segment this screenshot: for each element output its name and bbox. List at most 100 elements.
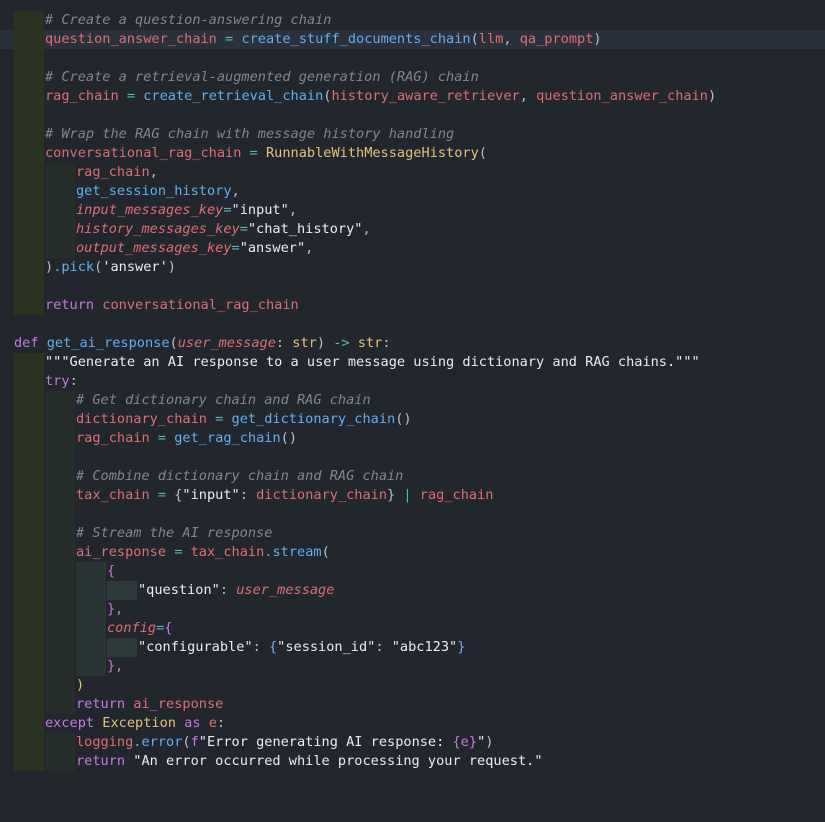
code-line[interactable]: output_messages_key="answer", (0, 239, 825, 258)
code-token: ( (169, 335, 178, 351)
code-line[interactable]: ).pick('answer') (0, 258, 825, 277)
code-line[interactable]: input_messages_key="input", (0, 201, 825, 220)
indent-guide (45, 448, 75, 467)
code-line[interactable] (0, 315, 825, 334)
code-token: stream (272, 544, 322, 560)
code-line[interactable]: ai_response = tax_chain.stream( (0, 543, 825, 562)
code-line[interactable]: history_messages_key="chat_history", (0, 220, 825, 239)
code-line[interactable] (0, 277, 825, 296)
code-line[interactable] (0, 106, 825, 125)
code-line[interactable]: return "An error occurred while processi… (0, 752, 825, 771)
indent-guide (76, 600, 106, 619)
indent-guide (45, 581, 75, 600)
code-token: , (288, 202, 297, 218)
code-line[interactable]: # Combine dictionary chain and RAG chain (0, 467, 825, 486)
code-text: rag_chain = get_rag_chain() (76, 429, 297, 448)
code-token: llm (478, 31, 504, 47)
code-line[interactable]: { (0, 562, 825, 581)
code-text: return "An error occurred while processi… (76, 752, 543, 771)
indent-guide (14, 182, 44, 201)
code-text: }, (107, 600, 123, 619)
code-text: "question": user_message (138, 581, 334, 600)
indent-guide (14, 87, 44, 106)
code-text: # Wrap the RAG chain with message histor… (45, 125, 454, 144)
code-line[interactable]: dictionary_chain = get_dictionary_chain(… (0, 410, 825, 429)
code-token: "session_id" (277, 639, 376, 655)
indent-guide (45, 543, 75, 562)
code-token: as (184, 715, 201, 731)
code-text: ).pick('answer') (45, 258, 176, 277)
indent-guide (14, 657, 44, 676)
code-line[interactable]: # Create a question-answering chain (0, 11, 825, 30)
indent-guide (45, 733, 75, 752)
code-line[interactable]: logging.error(f"Error generating AI resp… (0, 733, 825, 752)
code-line[interactable]: }, (0, 600, 825, 619)
code-text: rag_chain = create_retrieval_chain(histo… (45, 87, 716, 106)
indent-guide (45, 239, 75, 258)
code-line[interactable]: return conversational_rag_chain (0, 296, 825, 315)
code-line[interactable]: # Wrap the RAG chain with message histor… (0, 125, 825, 144)
code-token: def (14, 335, 39, 351)
indent-guide (45, 163, 75, 182)
indent-guide (14, 391, 44, 410)
code-line[interactable]: get_session_history, (0, 182, 825, 201)
code-token: get_dictionary_chain (231, 411, 396, 427)
code-line[interactable]: rag_chain = get_rag_chain() (0, 429, 825, 448)
indent-guide (14, 353, 44, 372)
code-line[interactable]: except Exception as e: (0, 714, 825, 733)
indent-guide (14, 106, 44, 125)
code-token: tax_chain (190, 544, 265, 560)
indent-guide (45, 676, 75, 695)
code-line[interactable]: "question": user_message (0, 581, 825, 600)
code-line[interactable]: """Generate an AI response to a user mes… (0, 353, 825, 372)
code-line[interactable] (0, 448, 825, 467)
code-line[interactable]: ) (0, 676, 825, 695)
code-line[interactable]: # Stream the AI response (0, 524, 825, 543)
code-text: return ai_response (76, 695, 223, 714)
code-line[interactable]: }, (0, 657, 825, 676)
code-text: def get_ai_response(user_message: str) -… (14, 334, 391, 353)
code-line[interactable]: return ai_response (0, 695, 825, 714)
code-token: rag_chain (45, 88, 119, 104)
code-token: question_answer_chain (536, 88, 708, 104)
code-token: Exception (102, 715, 176, 731)
code-token: tax_chain (76, 487, 150, 503)
code-line[interactable]: # Create a retrieval-augmented generatio… (0, 68, 825, 87)
code-editor[interactable]: # Create a question-answering chain quest… (0, 0, 825, 822)
code-line[interactable]: def get_ai_response(user_message: str) -… (0, 334, 825, 353)
code-token: # Combine dictionary chain and RAG chain (76, 468, 404, 484)
code-line[interactable] (0, 505, 825, 524)
indent-guide (45, 410, 75, 429)
indent-guide (107, 581, 137, 600)
indent-guide (14, 638, 44, 657)
code-line[interactable]: config={ (0, 619, 825, 638)
code-line[interactable]: "configurable": {"session_id": "abc123"} (0, 638, 825, 657)
code-line[interactable] (0, 49, 825, 68)
code-token: : (216, 715, 226, 731)
code-line[interactable]: tax_chain = {"input": dictionary_chain} … (0, 486, 825, 505)
code-line[interactable]: question_answer_chain = create_stuff_doc… (0, 30, 825, 49)
code-line[interactable]: rag_chain = create_retrieval_chain(histo… (0, 87, 825, 106)
code-token: ( (478, 145, 487, 161)
indent-guide (45, 467, 75, 486)
indent-guide (14, 372, 44, 391)
code-text: # Create a retrieval-augmented generatio… (45, 68, 479, 87)
indent-guide (76, 619, 106, 638)
indent-guide (76, 581, 106, 600)
code-text: ) (76, 676, 84, 695)
code-line[interactable]: # Get dictionary chain and RAG chain (0, 391, 825, 410)
code-line[interactable]: try: (0, 372, 825, 391)
code-text: try: (45, 372, 78, 391)
indent-guide (14, 562, 44, 581)
code-text: conversational_rag_chain = RunnableWithM… (45, 144, 487, 163)
code-token: get_ai_response (46, 335, 170, 351)
code-line[interactable]: rag_chain, (0, 163, 825, 182)
code-token: ( (470, 31, 479, 47)
code-line[interactable]: conversational_rag_chain = RunnableWithM… (0, 144, 825, 163)
code-token: } (387, 487, 404, 503)
code-token: } (457, 639, 466, 655)
code-text: config={ (107, 619, 172, 638)
code-token: output_messages_key (76, 240, 232, 256)
code-token: = (223, 202, 232, 218)
